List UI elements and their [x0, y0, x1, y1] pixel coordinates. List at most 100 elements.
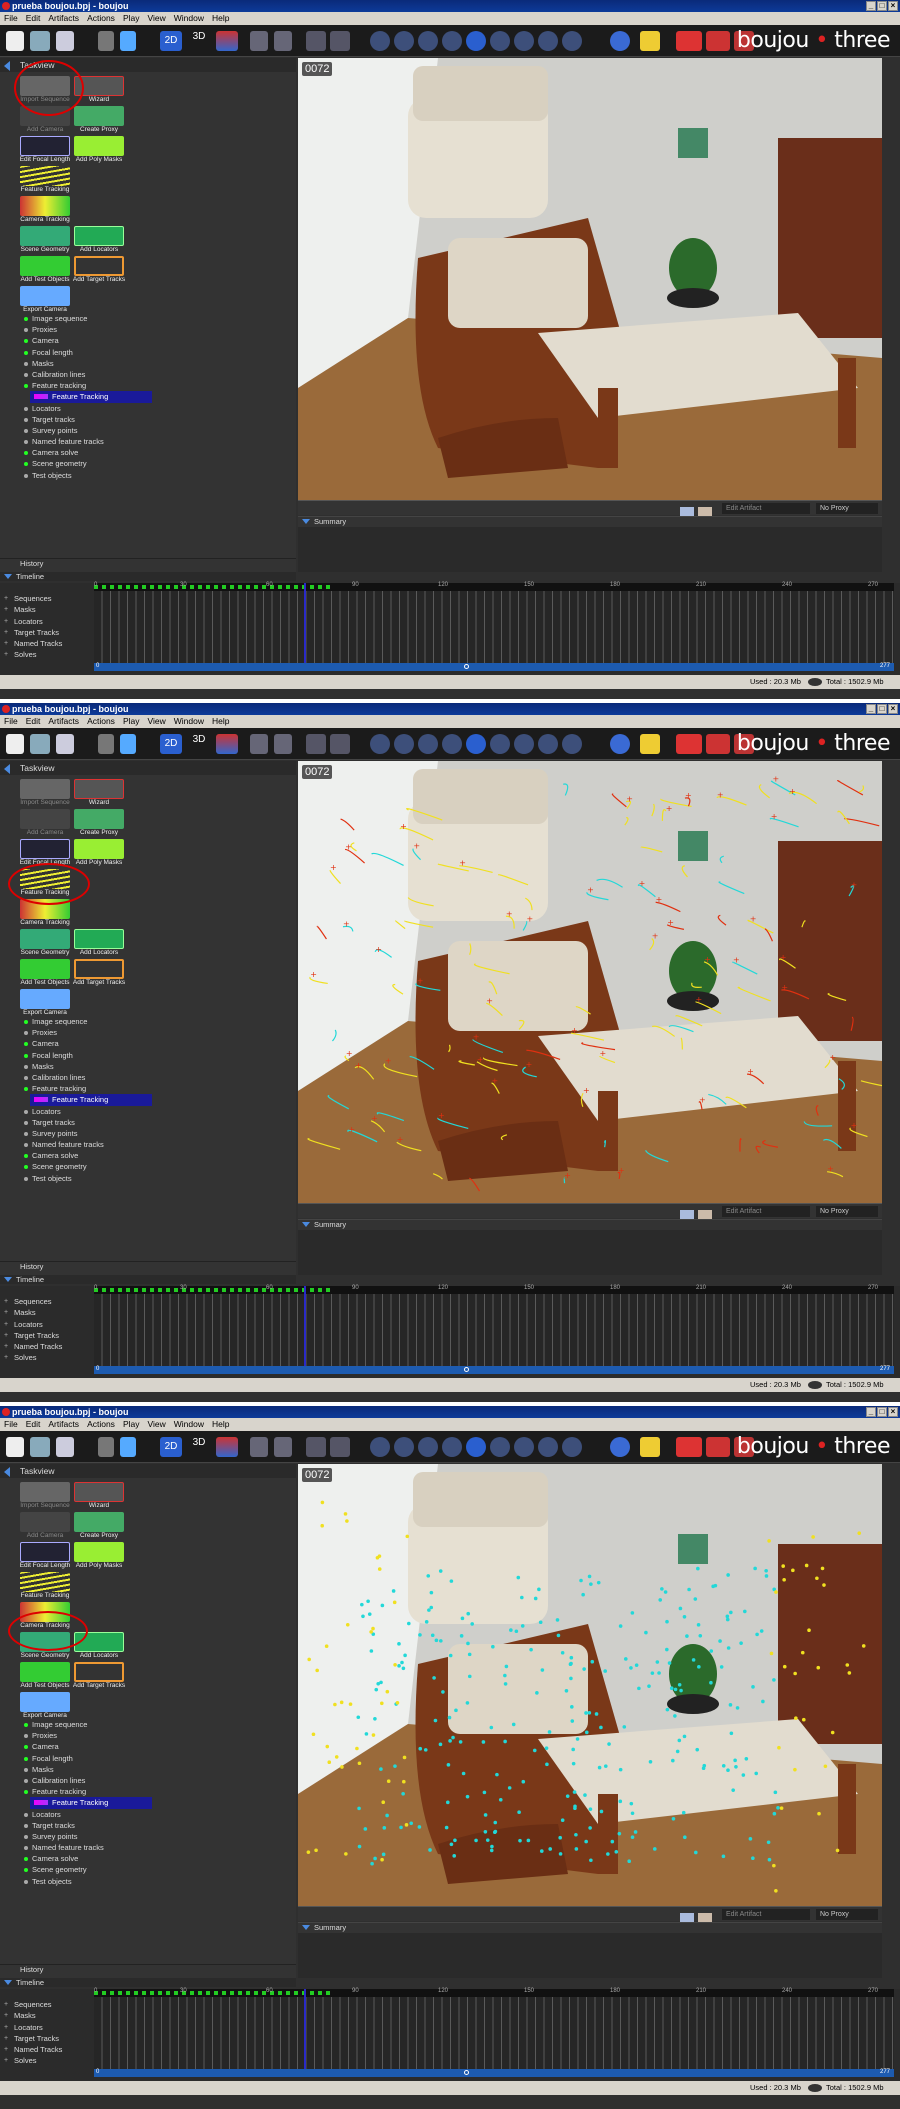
close-button[interactable]: × — [888, 1, 898, 11]
timeline-row-label[interactable]: Masks — [0, 1307, 92, 1319]
menu-edit[interactable]: Edit — [22, 715, 45, 728]
edit-artifact-field[interactable]: Edit Artifact — [722, 503, 810, 514]
export-camera-task[interactable]: Export Camera — [18, 1692, 72, 1722]
view-2d-button[interactable]: 2D — [160, 1437, 182, 1457]
timeline-header[interactable]: Timeline — [0, 1978, 296, 1987]
tree-item-feature-tracking-artifact[interactable]: Feature Tracking — [30, 391, 152, 403]
layout-4-icon[interactable] — [330, 734, 350, 754]
wizard-task[interactable]: Wizard — [72, 779, 126, 809]
tree-item[interactable]: Proxies — [20, 324, 296, 335]
add-locators-task[interactable]: Add Locators — [72, 226, 126, 256]
tree-item[interactable]: Masks — [20, 1061, 296, 1072]
tree-item[interactable]: Feature tracking — [20, 1786, 296, 1797]
timeline-row-label[interactable]: Solves — [0, 649, 92, 661]
menu-file[interactable]: File — [0, 1418, 22, 1431]
tree-item[interactable]: Feature tracking — [20, 1083, 296, 1094]
menu-artifacts[interactable]: Artifacts — [44, 715, 83, 728]
summary-header[interactable]: Summary — [298, 1220, 882, 1230]
view-2d-button[interactable]: 2D — [160, 31, 182, 51]
save-icon[interactable] — [56, 734, 74, 754]
play-icon[interactable] — [490, 31, 510, 51]
tree-item[interactable]: Scene geometry — [20, 458, 296, 469]
menu-window[interactable]: Window — [170, 1418, 208, 1431]
image-viewport[interactable]: + + + + + + + + + + + + + + + + + + + + + + + + + + + + + + + + + + + + + + + +… — [298, 761, 882, 1203]
loop-icon[interactable] — [610, 31, 630, 51]
camera-tracking-task[interactable]: Camera Tracking — [18, 196, 72, 226]
layout-1-icon[interactable] — [250, 1437, 268, 1457]
prev-frame-icon[interactable] — [418, 734, 438, 754]
track-icon[interactable] — [706, 31, 730, 51]
tree-item[interactable]: Target tracks — [20, 414, 296, 425]
viewport-tools-icon[interactable] — [680, 1206, 716, 1219]
layout-2-icon[interactable] — [274, 1437, 292, 1457]
menu-actions[interactable]: Actions — [83, 715, 119, 728]
next-key-icon[interactable] — [538, 1437, 558, 1457]
add-camera-task[interactable]: Add Camera — [18, 1512, 72, 1542]
timeline-cursor[interactable] — [304, 583, 306, 663]
minimize-button[interactable]: _ — [866, 1407, 876, 1417]
play-back-icon[interactable] — [442, 734, 462, 754]
tree-item[interactable]: Masks — [20, 358, 296, 369]
layout-1-icon[interactable] — [250, 31, 268, 51]
create-proxy-task[interactable]: Create Proxy — [72, 106, 126, 136]
tree-item[interactable]: Test objects — [20, 470, 296, 481]
minimize-button[interactable]: _ — [866, 704, 876, 714]
tree-item[interactable]: Named feature tracks — [20, 1842, 296, 1853]
prev-key-icon[interactable] — [394, 31, 414, 51]
maximize-button[interactable]: □ — [877, 1407, 887, 1417]
save-icon[interactable] — [56, 31, 74, 51]
layout-4-icon[interactable] — [330, 1437, 350, 1457]
open-folder-icon[interactable] — [30, 1437, 50, 1457]
timeline-row-label[interactable]: Sequences — [0, 1296, 92, 1308]
solve-icon[interactable] — [676, 734, 702, 754]
timeline-row-label[interactable]: Target Tracks — [0, 1330, 92, 1342]
tree-item[interactable]: Camera solve — [20, 1853, 296, 1864]
view-2d-button[interactable]: 2D — [160, 734, 182, 754]
solve-icon[interactable] — [676, 31, 702, 51]
timeline-row-label[interactable]: Named Tracks — [0, 2044, 92, 2056]
edit-artifact-field[interactable]: Edit Artifact — [722, 1909, 810, 1920]
menu-play[interactable]: Play — [119, 1418, 144, 1431]
lock-icon[interactable] — [640, 31, 660, 51]
add-poly-masks-task[interactable]: Add Poly Masks — [72, 839, 126, 869]
loop-icon[interactable] — [610, 1437, 630, 1457]
taskview-header[interactable]: Taskview — [0, 761, 296, 775]
history-panel[interactable]: History — [0, 558, 296, 568]
menu-artifacts[interactable]: Artifacts — [44, 1418, 83, 1431]
add-target-tracks-task[interactable]: Add Target Tracks — [72, 959, 126, 989]
add-target-tracks-task[interactable]: Add Target Tracks — [72, 1662, 126, 1692]
tree-item[interactable]: Scene geometry — [20, 1864, 296, 1875]
tree-item[interactable]: Survey points — [20, 1831, 296, 1842]
history-panel[interactable]: History — [0, 1964, 296, 1974]
timeline-grid[interactable] — [94, 583, 894, 663]
create-proxy-task[interactable]: Create Proxy — [72, 1512, 126, 1542]
layout-3-icon[interactable] — [306, 31, 326, 51]
next-key-icon[interactable] — [538, 31, 558, 51]
tree-item[interactable]: Camera — [20, 1741, 296, 1752]
summary-header[interactable]: Summary — [298, 1923, 882, 1933]
timeline-scrollbar[interactable]: 0 277 — [94, 663, 894, 671]
prev-key-icon[interactable] — [394, 734, 414, 754]
tree-item-feature-tracking-artifact[interactable]: Feature Tracking — [30, 1797, 152, 1809]
timeline-row-label[interactable]: Sequences — [0, 1999, 92, 2011]
image-viewport[interactable]: 0072 — [298, 58, 882, 500]
timeline-row-label[interactable]: Sequences — [0, 593, 92, 605]
first-frame-icon[interactable] — [370, 31, 390, 51]
add-locators-task[interactable]: Add Locators — [72, 929, 126, 959]
summary-header[interactable]: Summary — [298, 517, 882, 527]
last-frame-icon[interactable] — [562, 734, 582, 754]
tree-item[interactable]: Camera — [20, 1038, 296, 1049]
menu-window[interactable]: Window — [170, 715, 208, 728]
stop-icon[interactable] — [466, 1437, 486, 1457]
play-icon[interactable] — [490, 734, 510, 754]
tree-item-feature-tracking-artifact[interactable]: Feature Tracking — [30, 1094, 152, 1106]
track-icon[interactable] — [706, 734, 730, 754]
maximize-button[interactable]: □ — [877, 1, 887, 11]
add-poly-masks-task[interactable]: Add Poly Masks — [72, 1542, 126, 1572]
add-target-tracks-task[interactable]: Add Target Tracks — [72, 256, 126, 286]
play-back-icon[interactable] — [442, 1437, 462, 1457]
solve-icon[interactable] — [676, 1437, 702, 1457]
menu-view[interactable]: View — [143, 715, 169, 728]
add-test-objects-task[interactable]: Add Test Objects — [18, 959, 72, 989]
create-proxy-task[interactable]: Create Proxy — [72, 809, 126, 839]
